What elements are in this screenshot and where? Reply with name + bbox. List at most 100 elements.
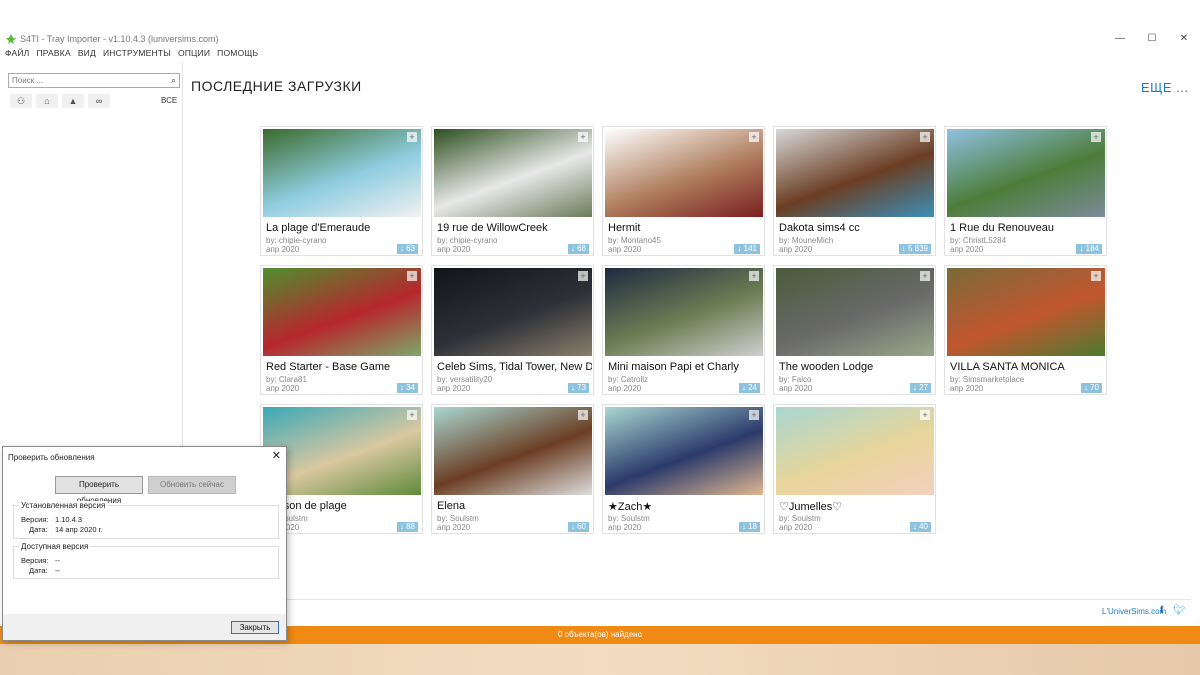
tray-item-thumbnail[interactable] (263, 268, 421, 356)
tray-item-card[interactable]: + VILLA SANTA MONICA by: Simsmarketplace ап… (944, 265, 1107, 395)
menu-view[interactable]: ВИД (78, 48, 96, 62)
facebook-icon[interactable]: f (1160, 605, 1163, 616)
close-window-button[interactable]: ✕ (1168, 30, 1200, 48)
add-icon[interactable]: + (920, 132, 930, 142)
lots-filter-icon[interactable]: ▲ (62, 94, 84, 108)
minimize-button[interactable]: — (1104, 30, 1136, 48)
tray-item-name: La plage d'Emeraude (266, 222, 371, 234)
download-count-badge: ↓ 24 (738, 383, 760, 393)
tray-item-card[interactable]: + Red Starter - Base Game by: Clara81 апр 2… (260, 265, 423, 395)
tray-item-thumbnail[interactable] (776, 407, 934, 495)
tray-item-card[interactable]: + ★Zach★ by: Soulstm апр 2020 ↓ 18 (602, 404, 765, 534)
tray-item-card[interactable]: + Hermit by: Montano45 апр 2020 ↓ 141 (602, 126, 765, 256)
tray-item-date: апр 2020 (437, 384, 471, 393)
download-count-badge: ↓ 88 (396, 522, 418, 532)
twitter-icon[interactable]: 🐦︎ (1173, 605, 1186, 616)
available-group-label: Доступная версия (19, 542, 91, 551)
tray-item-author: by: ChristL5284 (950, 236, 1007, 245)
menu-edit[interactable]: ПРАВКА (36, 48, 70, 62)
tray-item-card[interactable]: + ♡Jumelles♡ by: Soulstm апр 2020 ↓ 40 (773, 404, 936, 534)
filter-all[interactable]: ВСЕ (161, 94, 177, 108)
download-count-badge: ↓ 63 (396, 244, 418, 254)
tray-item-thumbnail[interactable] (776, 129, 934, 217)
tray-item-date: апр 2020 (437, 245, 471, 254)
tray-item-thumbnail[interactable] (434, 129, 592, 217)
download-count: 73 (577, 383, 586, 392)
tray-item-author: by: Clara81 (266, 375, 307, 384)
menu-help[interactable]: ПОМОЩЬ (217, 48, 258, 62)
download-count-badge: ↓ 73 (567, 383, 589, 393)
infinity-filter-icon[interactable]: ∞ (88, 94, 110, 108)
tray-item-thumbnail[interactable] (605, 129, 763, 217)
tray-item-thumbnail[interactable] (605, 407, 763, 495)
tray-item-thumbnail[interactable] (776, 268, 934, 356)
installed-version-label: Версия: (21, 515, 49, 524)
tray-item-card[interactable]: + Celeb Sims, Tidal Tower, New Dr by: vers… (431, 265, 594, 395)
menu-file[interactable]: ФАЙЛ (5, 48, 29, 62)
tray-item-name: 1 Rue du Renouveau (950, 222, 1054, 234)
tray-item-card[interactable]: + Dakota sims4 cc by: MouneMich апр 2020 ↓ 5… (773, 126, 936, 256)
tray-item-thumbnail[interactable] (947, 129, 1105, 217)
download-count: 88 (406, 522, 415, 531)
tray-item-card[interactable]: + La plage d'Emeraude by: chipie-cyrano апр… (260, 126, 423, 256)
tray-item-name: ♡Jumelles♡ (779, 501, 843, 513)
add-icon[interactable]: + (407, 132, 417, 142)
download-count: 18 (748, 522, 757, 531)
update-now-button[interactable]: Обновить сейчас (148, 476, 236, 494)
maximize-button[interactable]: ☐ (1136, 30, 1168, 48)
website-link[interactable]: L'UniverSims.com (1102, 607, 1166, 616)
add-icon[interactable]: + (1091, 271, 1101, 281)
sims-filter-icon[interactable]: ⚇ (10, 94, 32, 108)
add-icon[interactable]: + (578, 410, 588, 420)
search-icon[interactable]: ⌕ (171, 74, 176, 87)
tray-item-author: by: Simsmarketplace (950, 375, 1025, 384)
add-icon[interactable]: + (578, 271, 588, 281)
tray-item-card[interactable]: + Elena by: Soulstm апр 2020 ↓ 60 (431, 404, 594, 534)
tray-item-thumbnail[interactable] (605, 268, 763, 356)
tray-item-date: апр 2020 (950, 245, 984, 254)
window-title: S4TI - Tray Importer - v1.10.4.3 (lunive… (20, 34, 219, 44)
add-icon[interactable]: + (578, 132, 588, 142)
installed-version-value: 1.10.4.3 (55, 515, 83, 524)
tray-item-thumbnail[interactable] (947, 268, 1105, 356)
add-icon[interactable]: + (1091, 132, 1101, 142)
tray-item-thumbnail[interactable] (263, 129, 421, 217)
households-filter-icon[interactable]: ⌂ (36, 94, 58, 108)
tray-item-thumbnail[interactable] (434, 268, 592, 356)
installed-group-label: Установленная версия (19, 501, 108, 510)
tray-item-author: by: MouneMich (779, 236, 834, 245)
tray-item-name: Red Starter - Base Game (266, 361, 391, 373)
tray-item-card[interactable]: +1 Rue du Renouveau by: ChristL5284 апр 20… (944, 126, 1107, 256)
menu-tools[interactable]: ИНСТРУМЕНТЫ (103, 48, 171, 62)
search-input[interactable]: Поиск ... ⌕ (8, 73, 180, 88)
add-icon[interactable]: + (407, 410, 417, 420)
tray-item-card[interactable]: +19 rue de WillowCreek by: chipie-cyrano а… (431, 126, 594, 256)
add-icon[interactable]: + (407, 271, 417, 281)
available-date-value: -- (55, 566, 60, 575)
tray-item-name: Dakota sims4 cc (779, 222, 860, 234)
tray-item-card[interactable]: + Mini maison Papi et Charly by: Catrollz а… (602, 265, 765, 395)
download-count: 27 (919, 383, 928, 392)
dialog-title: Проверить обновления (8, 453, 95, 462)
download-count-badge: ↓ 18 (738, 522, 760, 532)
add-icon[interactable]: + (749, 410, 759, 420)
installed-version-group: Установленная версия Версия: 1.10.4.3 Да… (13, 501, 279, 539)
tray-item-name: Elena (437, 500, 466, 512)
dialog-close-button[interactable]: Закрыть (231, 621, 279, 634)
add-icon[interactable]: + (749, 271, 759, 281)
footer-divider (191, 599, 1191, 600)
more-link[interactable]: ЕЩЕ ... (1141, 80, 1188, 95)
menu-bar: ФАЙЛ ПРАВКА ВИД ИНСТРУМЕНТЫ ОПЦИИ ПОМОЩЬ (0, 48, 260, 62)
add-icon[interactable]: + (920, 271, 930, 281)
menu-options[interactable]: ОПЦИИ (178, 48, 210, 62)
tray-item-author: by: Falco (779, 375, 812, 384)
dialog-close-icon[interactable]: ✕ (272, 449, 281, 462)
check-updates-button[interactable]: Проверить обновления (55, 476, 143, 505)
add-icon[interactable]: + (920, 410, 930, 420)
dialog-footer: Закрыть (3, 614, 286, 640)
search-placeholder: Поиск ... (12, 76, 44, 85)
tray-item-thumbnail[interactable] (434, 407, 592, 495)
add-icon[interactable]: + (749, 132, 759, 142)
tray-item-author: by: versatility20 (437, 375, 493, 384)
tray-item-card[interactable]: + The wooden Lodge by: Falco апр 2020 ↓ 27 (773, 265, 936, 395)
